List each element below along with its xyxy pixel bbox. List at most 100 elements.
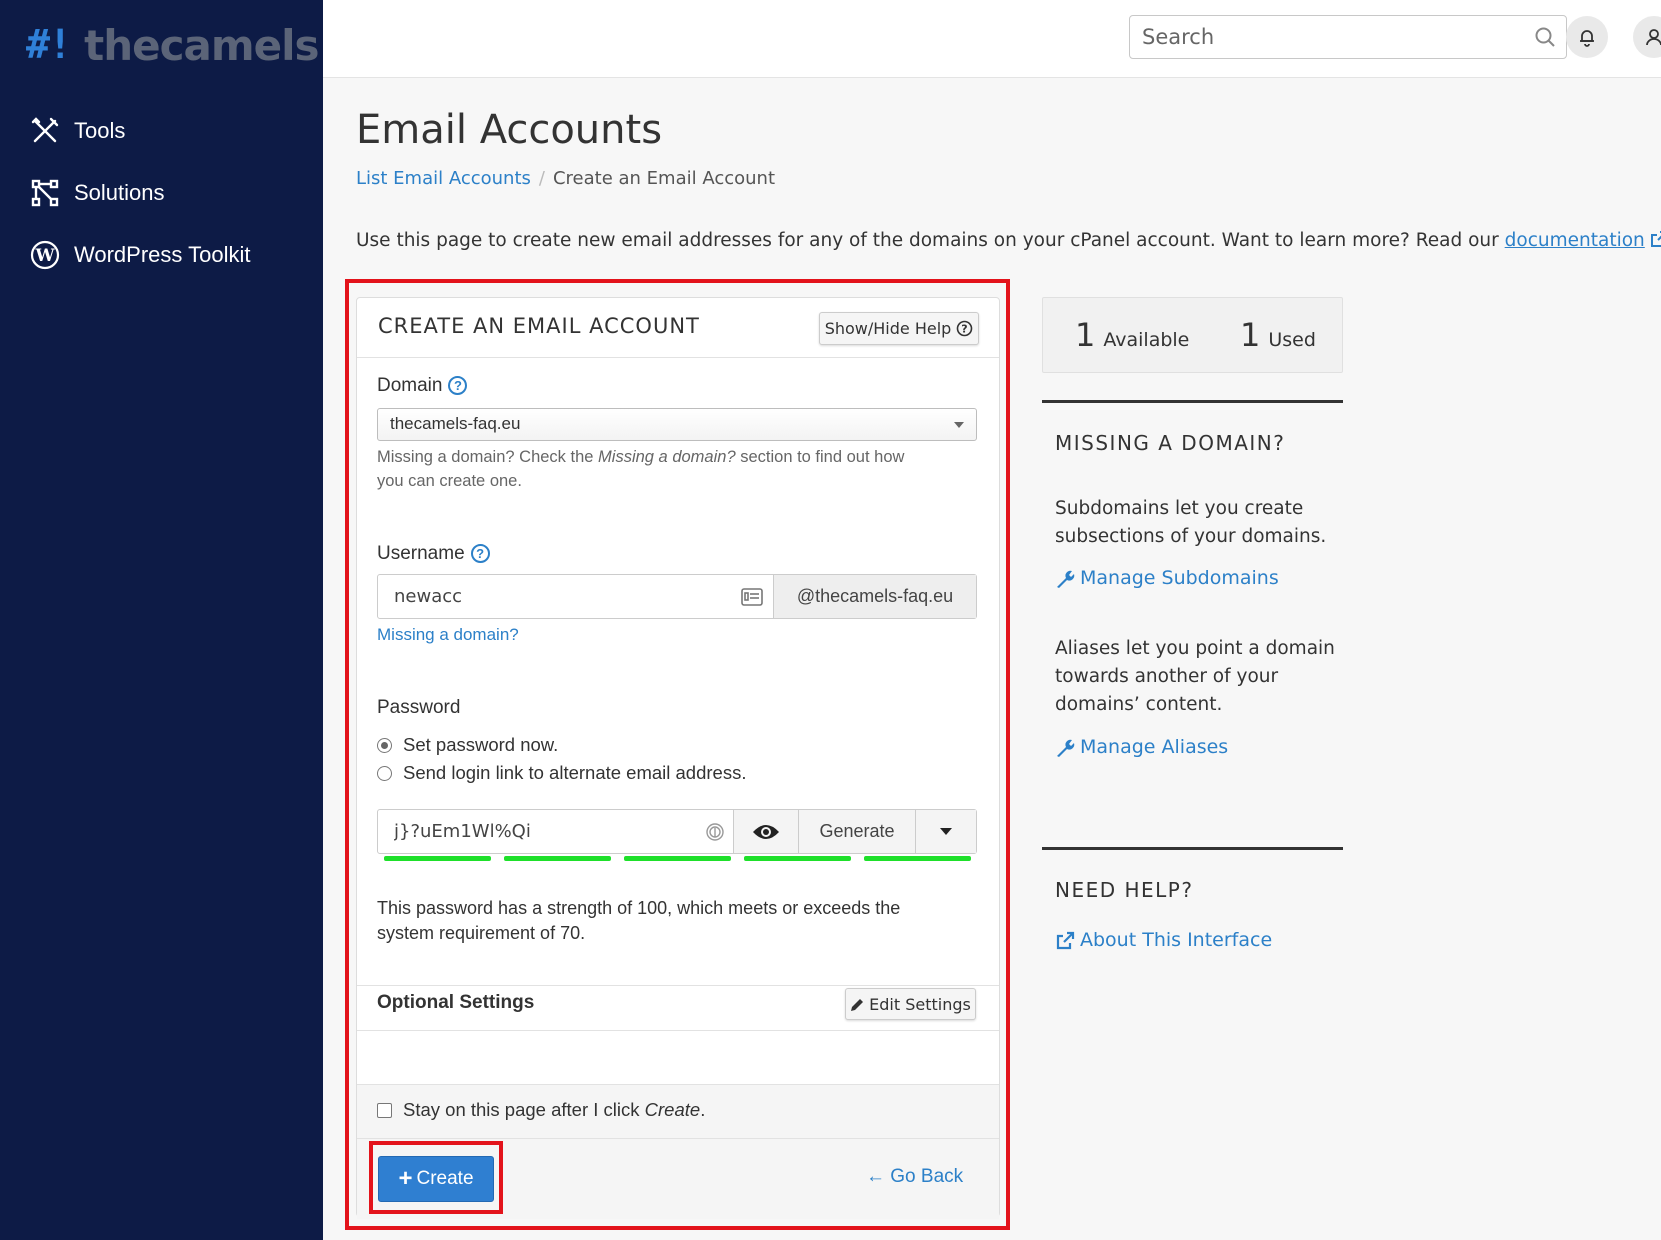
search-box bbox=[1129, 15, 1567, 59]
password-input[interactable] bbox=[378, 810, 698, 853]
stay-on-page-checkbox[interactable]: Stay on this page after I click Create. bbox=[377, 1099, 705, 1121]
go-back-label: Go Back bbox=[890, 1166, 964, 1187]
optional-settings-title: Optional Settings bbox=[377, 992, 535, 1013]
breadcrumb-link-list-email-accounts[interactable]: List Email Accounts bbox=[356, 168, 531, 189]
manage-aliases-link[interactable]: Manage Aliases bbox=[1055, 736, 1228, 758]
create-button-label: Create bbox=[416, 1168, 474, 1189]
chevron-down-icon bbox=[954, 422, 964, 428]
section-divider bbox=[1042, 400, 1343, 403]
domain-hint: Missing a domain? Check the Missing a do… bbox=[377, 445, 904, 493]
account-stats: 1 Available 1 Used bbox=[1042, 297, 1343, 373]
stat-available-label: Available bbox=[1103, 329, 1190, 351]
manage-subdomains-link[interactable]: Manage Subdomains bbox=[1055, 567, 1279, 589]
stat-available-number: 1 bbox=[1075, 316, 1096, 354]
strength-text-line: system requirement of 70. bbox=[377, 923, 586, 943]
create-button[interactable]: + Create bbox=[378, 1156, 494, 1202]
about-this-interface-link[interactable]: About This Interface bbox=[1055, 929, 1272, 951]
domain-hint-part: you can create one. bbox=[377, 472, 522, 490]
show-hide-help-button[interactable]: Show/Hide Help ? bbox=[819, 312, 979, 345]
subdomains-text: Subdomains let you create subsections of… bbox=[1055, 495, 1326, 551]
manage-aliases-label: Manage Aliases bbox=[1080, 736, 1229, 758]
caret-down-icon bbox=[940, 828, 952, 835]
show-password-button[interactable] bbox=[733, 810, 798, 853]
username-input[interactable] bbox=[378, 575, 758, 618]
radio-label: Set password now. bbox=[403, 734, 559, 755]
sidebar-item-label: Solutions bbox=[74, 180, 165, 205]
show-hide-help-label: Show/Hide Help bbox=[824, 319, 952, 338]
checkbox[interactable] bbox=[377, 1102, 392, 1118]
stat-available: 1 Available bbox=[1075, 316, 1189, 354]
svg-text:?: ? bbox=[962, 323, 968, 336]
aliases-text-line: towards another of your bbox=[1055, 666, 1279, 687]
radio-label: Send login link to alternate email addre… bbox=[403, 762, 747, 783]
sidebar: #! thecamels Tools Solutions W WordPress… bbox=[0, 0, 323, 1240]
strength-segment bbox=[864, 856, 971, 861]
stay-text: Stay on this page after I click bbox=[403, 1099, 640, 1120]
edit-settings-button[interactable]: Edit Settings bbox=[845, 988, 976, 1020]
user-icon bbox=[1646, 29, 1661, 46]
password-label: Password bbox=[377, 697, 461, 718]
stay-text-end: . bbox=[700, 1099, 706, 1120]
domain-select[interactable]: thecamels-faq.eu bbox=[377, 408, 977, 441]
fingerprint-icon bbox=[706, 823, 724, 841]
domain-select-value: thecamels-faq.eu bbox=[390, 414, 521, 433]
notifications-button[interactable] bbox=[1566, 16, 1608, 58]
generate-password-button[interactable]: Generate bbox=[798, 810, 915, 853]
strength-segment bbox=[504, 856, 611, 861]
username-label-text: Username bbox=[377, 543, 465, 564]
aliases-text-line: domains’ content. bbox=[1055, 694, 1223, 715]
missing-domain-link[interactable]: Missing a domain? bbox=[377, 625, 519, 645]
radio-button[interactable] bbox=[377, 765, 392, 781]
strength-segment bbox=[744, 856, 851, 861]
sidebar-item-label: Tools bbox=[74, 118, 126, 143]
footer-divider bbox=[357, 1138, 999, 1139]
eye-icon bbox=[753, 824, 779, 839]
aliases-text: Aliases let you point a domain towards a… bbox=[1055, 635, 1335, 719]
panel-title: CREATE AN EMAIL ACCOUNT bbox=[378, 314, 700, 338]
domain-label: Domain? bbox=[377, 375, 468, 397]
documentation-link[interactable]: documentation bbox=[1505, 230, 1645, 251]
search-input[interactable] bbox=[1130, 16, 1510, 58]
tools-icon bbox=[28, 114, 62, 148]
stat-used: 1 Used bbox=[1240, 316, 1316, 354]
intro-text: Use this page to create new email addres… bbox=[356, 229, 1661, 251]
bell-icon bbox=[1580, 30, 1594, 47]
brand-name: thecamels bbox=[84, 20, 319, 70]
panel-header: CREATE AN EMAIL ACCOUNT Show/Hide Help ? bbox=[357, 298, 999, 358]
sidebar-item-solutions[interactable]: Solutions bbox=[28, 173, 165, 213]
go-back-link[interactable]: ← Go Back bbox=[866, 1166, 963, 1188]
external-link-icon[interactable] bbox=[1649, 229, 1661, 249]
password-field: Generate bbox=[377, 809, 977, 854]
sidebar-item-wordpress-toolkit[interactable]: W WordPress Toolkit bbox=[28, 235, 250, 275]
username-label: Username? bbox=[377, 543, 490, 565]
breadcrumb: List Email Accounts / Create an Email Acco… bbox=[356, 168, 775, 189]
edit-settings-label: Edit Settings bbox=[869, 994, 971, 1014]
user-menu-button[interactable] bbox=[1633, 16, 1661, 58]
radio-button-checked[interactable] bbox=[377, 737, 392, 753]
domain-hint-em: Missing a domain? bbox=[598, 448, 736, 466]
sidebar-item-tools[interactable]: Tools bbox=[28, 111, 125, 151]
strength-text-line: This password has a strength of 100, whi… bbox=[377, 898, 901, 918]
generate-options-dropdown[interactable] bbox=[915, 810, 976, 853]
breadcrumb-separator: / bbox=[538, 168, 545, 189]
domain-hint-part: section to find out how bbox=[740, 448, 905, 466]
strength-segment bbox=[624, 856, 731, 861]
radio-set-password-now[interactable]: Set password now. bbox=[377, 734, 558, 756]
search-icon[interactable] bbox=[1534, 26, 1556, 48]
wordpress-icon: W bbox=[28, 238, 62, 272]
radio-send-login-link[interactable]: Send login link to alternate email addre… bbox=[377, 762, 746, 784]
external-link-icon bbox=[1056, 931, 1075, 949]
top-header bbox=[323, 0, 1661, 78]
svg-text:W: W bbox=[34, 246, 55, 266]
missing-domain-title: MISSING A DOMAIN? bbox=[1055, 431, 1286, 455]
brand-logo[interactable]: #! thecamels bbox=[26, 20, 320, 70]
question-circle-icon: ? bbox=[956, 320, 973, 337]
plus-icon: + bbox=[398, 1165, 413, 1192]
help-icon[interactable]: ? bbox=[470, 544, 490, 563]
help-icon[interactable]: ? bbox=[448, 376, 468, 395]
solutions-icon bbox=[28, 176, 62, 210]
intro-sentence: Use this page to create new email addres… bbox=[356, 230, 1499, 251]
stat-used-number: 1 bbox=[1240, 316, 1261, 354]
breadcrumb-current: Create an Email Account bbox=[552, 168, 776, 189]
wrench-icon bbox=[1057, 739, 1075, 757]
